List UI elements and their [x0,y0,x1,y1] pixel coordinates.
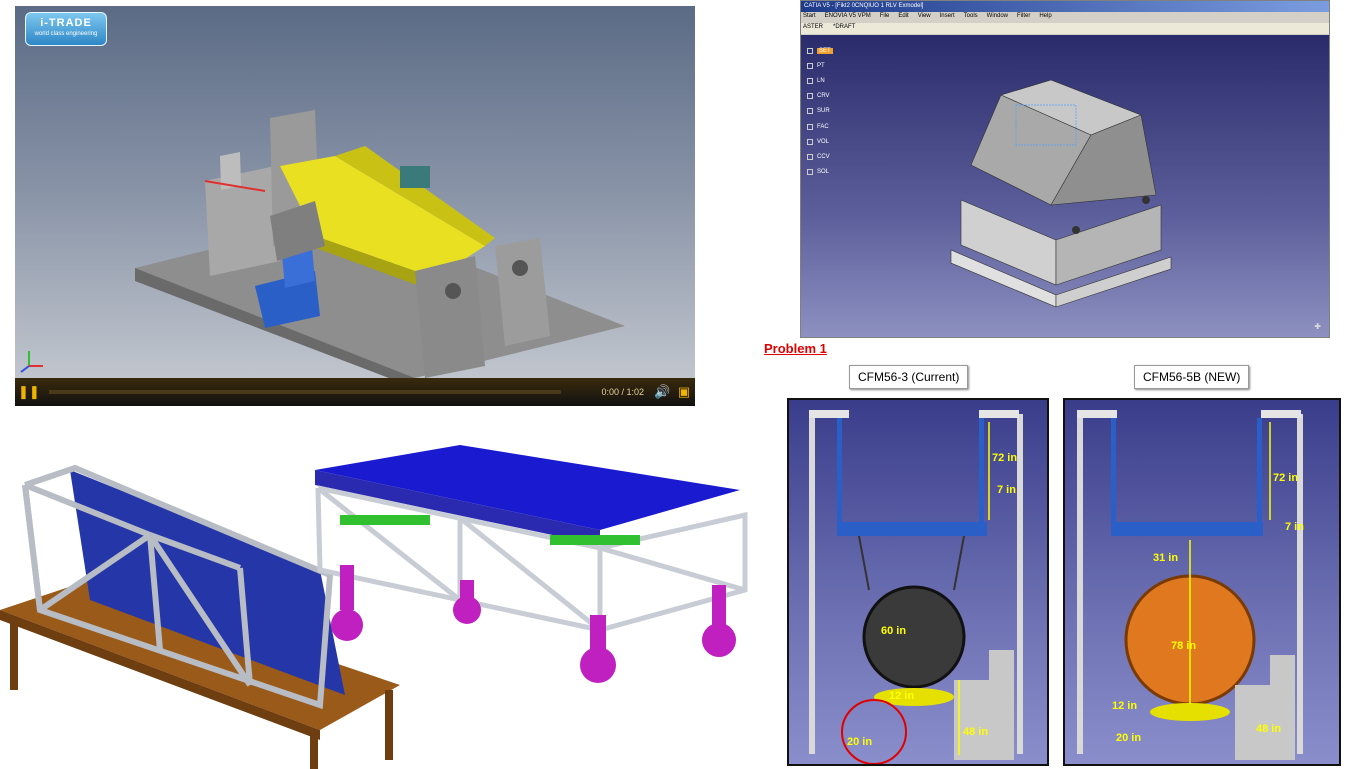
dim-top: 72 in [1273,472,1299,484]
time-readout: 0:00 / 1:02 [601,387,644,397]
menu-item-window[interactable]: Window [987,13,1008,22]
3d-viewport[interactable]: SET PT LN CRV SUR FAC VOL CCV SOL ✚ [801,35,1329,337]
frame-renders [0,440,760,769]
menu-item-insert[interactable]: Insert [940,13,955,22]
video-player[interactable]: i-TRADE world class engineering ❚❚ 0:00 … [15,6,695,406]
new-diagram-art [1077,410,1303,760]
menu-item-file[interactable]: File [880,13,890,22]
dim-mid: 7 in [1285,521,1304,533]
menu-item-edit[interactable]: Edit [898,13,908,22]
menu-item-enovia[interactable]: ENOVIA V5 VPM [825,13,871,22]
dim-stairs: 48 in [1256,723,1282,735]
dim-upper: 31 in [1153,552,1179,564]
tab-aster[interactable]: ASTER [803,24,823,33]
dim-top: 72 in [992,452,1018,464]
dim-engine: 60 in [881,625,907,637]
dim-ground-gap: 12 in [1112,700,1138,712]
dim-engine: 78 in [1171,640,1197,652]
menu-item-view[interactable]: View [918,13,931,22]
menu-item-tools[interactable]: Tools [964,13,978,22]
progress-bar[interactable] [48,390,562,394]
player-controls: ❚❚ 0:00 / 1:02 🔊 ▣ [15,378,695,406]
new-engine-diagram: 72 in 7 in 31 in 78 in 12 in 20 in 48 in [1063,398,1341,766]
dim-stairs: 48 in [963,726,989,738]
menu-item-filter[interactable]: Filter [1017,13,1030,22]
dim-mid: 7 in [997,484,1016,496]
menu-bar: Start ENOVIA V5 VPM File Edit View Inser… [801,12,1329,23]
current-engine-diagram: 72 in 7 in 60 in 12 in 20 in 48 in [787,398,1049,766]
fullscreen-icon[interactable]: ▣ [673,384,695,400]
company-logo: i-TRADE world class engineering [25,12,107,46]
catia-window: CATIA V5 - [Fikt2 0CNQIUO 1 RLV Exmodel]… [800,0,1330,338]
frame-renders-art [0,445,748,769]
dim-floor: 20 in [847,736,873,748]
tab-bar: ASTER *DRAFT [801,23,1329,34]
tab-draft[interactable]: *DRAFT [833,24,855,33]
menu-item-start[interactable]: Start [803,13,816,22]
current-engine-label: CFM56-3 (Current) [849,365,969,389]
dim-ground-gap: 12 in [889,690,915,702]
catia-3d-model [950,79,1172,308]
dim-floor: 20 in [1116,732,1142,744]
window-title: CATIA V5 - [Fikt2 0CNQIUO 1 RLV Exmodel] [801,1,1329,12]
pause-icon[interactable]: ❚❚ [15,378,43,406]
menu-item-help[interactable]: Help [1039,13,1051,22]
fixture-3d-render [20,110,625,378]
problem-title: Problem 1 [764,341,827,356]
volume-icon[interactable]: 🔊 [651,384,673,400]
compass-icon[interactable]: ✚ [1314,322,1321,331]
new-engine-label: CFM56-5B (NEW) [1134,365,1250,389]
